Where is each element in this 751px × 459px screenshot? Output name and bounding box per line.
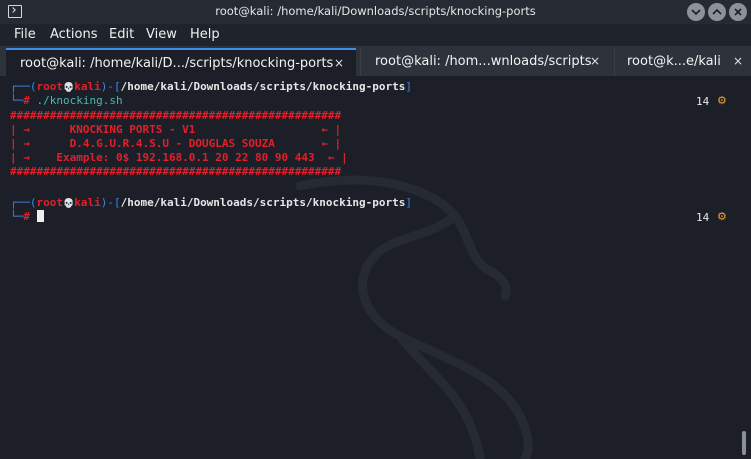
scrollbar-thumb[interactable] xyxy=(742,431,746,455)
banner-border-top: ########################################… xyxy=(10,109,342,122)
terminal-window: root@kali: /home/kali/Downloads/scripts/… xyxy=(0,0,751,459)
skull-icon: 💀 xyxy=(63,83,75,93)
prompt-bracket: ] xyxy=(405,196,412,209)
tab-label: root@kali: /home/kali/D.../scripts/knock… xyxy=(20,56,334,71)
prompt-user: root xyxy=(36,196,64,209)
prompt-separator: )-[ xyxy=(100,80,121,93)
prompt-host: kali xyxy=(74,196,101,209)
maximize-icon xyxy=(712,8,722,15)
command-text: ./knocking.sh xyxy=(29,94,123,107)
banner-title: | → KNOCKING PORTS - V1 ← | xyxy=(10,123,342,136)
prompt-line: ┌──(root💀kali)-[/home/kali/Downloads/scr… xyxy=(10,80,412,95)
menu-help[interactable]: Help xyxy=(190,27,220,42)
prompt-corner-bottom: └─ xyxy=(10,94,24,107)
tab-knocking-ports[interactable]: root@kali: /home/kali/D.../scripts/knock… xyxy=(6,48,356,76)
prompt-host: kali xyxy=(74,80,101,93)
prompt-separator: )-[ xyxy=(100,196,121,209)
window-title: root@kali: /home/kali/Downloads/scripts/… xyxy=(215,4,536,18)
prompt-corner-bottom: └─ xyxy=(10,210,24,223)
prompt-path: /home/kali/Downloads/scripts/knocking-po… xyxy=(120,80,406,93)
prompt-corner: ┌──( xyxy=(10,196,37,209)
prompt-bracket: ] xyxy=(405,80,412,93)
tab-label: root@kali: /hom...wnloads/scripts xyxy=(375,54,592,69)
tab-label: root@k...e/kali xyxy=(627,54,721,69)
tab-close-button[interactable]: × xyxy=(334,56,344,70)
command-line: └─# ./knocking.sh xyxy=(10,94,123,107)
prompt-corner: ┌──( xyxy=(10,80,37,93)
line-counter: 14 xyxy=(696,95,710,108)
tab-close-button[interactable]: × xyxy=(590,54,600,68)
terminal-output[interactable]: ┌──(root💀kali)-[/home/kali/Downloads/scr… xyxy=(0,76,751,459)
menu-actions[interactable]: Actions xyxy=(50,27,98,42)
text-cursor xyxy=(36,210,44,222)
prompt-line: ┌──(root💀kali)-[/home/kali/Downloads/scr… xyxy=(10,196,412,211)
skull-icon: 💀 xyxy=(63,199,75,209)
tab-home-kali[interactable]: root@k...e/kali × xyxy=(614,48,751,76)
prompt-path: /home/kali/Downloads/scripts/knocking-po… xyxy=(120,196,406,209)
prompt-hash: # xyxy=(23,210,30,223)
banner-author: | → D.4.G.U.R.4.S.U - DOUGLAS SOUZA ← | xyxy=(10,137,342,150)
close-icon xyxy=(734,8,742,16)
menu-edit[interactable]: Edit xyxy=(109,27,134,42)
banner-border-bottom: ########################################… xyxy=(10,165,342,178)
minimize-icon xyxy=(691,9,701,16)
menu-file[interactable]: File xyxy=(14,27,36,42)
prompt-user: root xyxy=(36,80,64,93)
command-line-active[interactable]: └─# xyxy=(10,210,44,223)
maximize-button[interactable] xyxy=(708,3,726,21)
menu-bar: File Actions Edit View Help xyxy=(0,24,751,46)
gear-icon: ⚙ xyxy=(717,210,727,223)
tab-scripts[interactable]: root@kali: /hom...wnloads/scripts × xyxy=(360,48,614,76)
prompt-hash: # xyxy=(23,94,30,107)
banner-example: | → Example: 0$ 192.168.0.1 20 22 80 90 … xyxy=(10,151,348,164)
gear-icon: ⚙ xyxy=(717,94,727,107)
close-button[interactable] xyxy=(729,3,747,21)
title-bar[interactable]: root@kali: /home/kali/Downloads/scripts/… xyxy=(0,0,751,24)
menu-view[interactable]: View xyxy=(146,27,177,42)
tab-close-button[interactable]: × xyxy=(733,54,743,68)
line-counter: 14 xyxy=(696,211,710,224)
tab-bar: root@kali: /home/kali/D.../scripts/knock… xyxy=(0,46,751,76)
minimize-button[interactable] xyxy=(687,3,705,21)
